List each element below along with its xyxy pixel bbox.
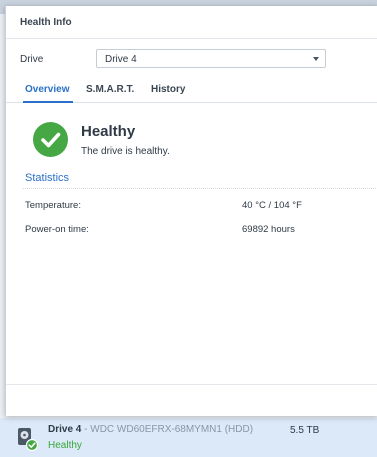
chevron-down-icon <box>313 57 319 61</box>
drive-list-size: 5.5 TB <box>290 425 320 436</box>
power-on-time-label: Power-on time: <box>25 224 89 235</box>
active-tab-indicator <box>23 101 73 103</box>
status-title: Healthy <box>81 123 136 140</box>
tab-smart[interactable]: S.M.A.R.T. <box>86 84 134 95</box>
drive-select[interactable]: Drive 4 <box>96 49 326 68</box>
dialog-footer-divider <box>6 384 377 385</box>
tab-history[interactable]: History <box>151 84 185 95</box>
section-divider <box>23 188 377 189</box>
tab-bar: Overview S.M.A.R.T. History <box>6 82 377 103</box>
status-description: The drive is healthy. <box>81 146 170 157</box>
dialog-header[interactable]: Health Info <box>6 6 377 39</box>
hard-drive-icon <box>16 427 39 452</box>
drive-select-value: Drive 4 <box>105 54 137 65</box>
drive-label: Drive <box>20 54 44 65</box>
dialog-title: Health Info <box>20 17 72 28</box>
drive-list-name: Drive 4 <box>48 424 82 435</box>
health-info-dialog: Health Info Drive Drive 4 Overview S.M.A… <box>5 6 377 416</box>
drive-list-separator: - <box>81 424 91 435</box>
check-icon <box>33 122 68 157</box>
drive-list-status: Healthy <box>48 440 82 451</box>
statistics-heading: Statistics <box>25 172 70 184</box>
temperature-label: Temperature: <box>25 200 81 211</box>
drive-list-title: Drive 4 - WDC WD60EFRX-68MYMN1 (HDD) <box>48 424 253 435</box>
temperature-value: 40 °C / 104 °F <box>242 200 302 211</box>
tab-overview[interactable]: Overview <box>25 84 69 95</box>
drive-list-model: WDC WD60EFRX-68MYMN1 (HDD) <box>90 424 254 435</box>
power-on-time-value: 69892 hours <box>242 224 295 235</box>
